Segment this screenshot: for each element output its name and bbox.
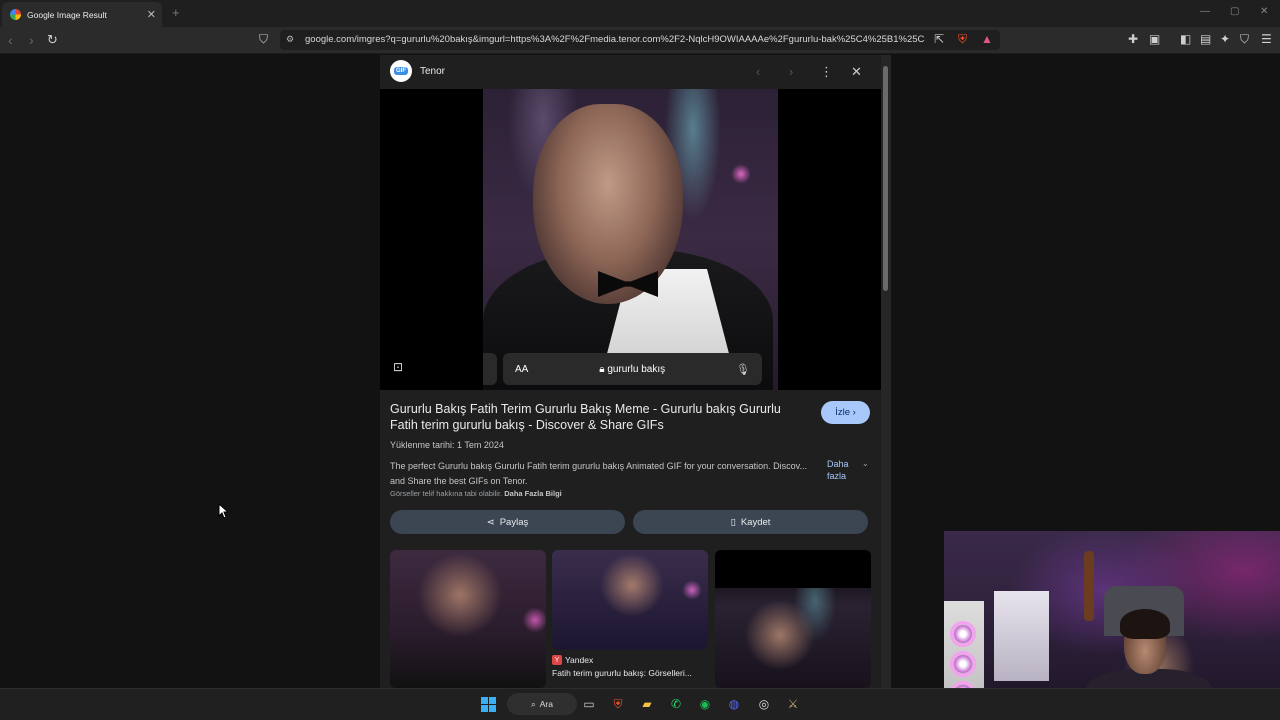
tab-close-icon[interactable]: ✕ xyxy=(147,8,156,21)
mouse-cursor-icon xyxy=(218,502,230,524)
windows-start-icon[interactable] xyxy=(478,694,498,714)
wallet-icon[interactable]: ▤ xyxy=(1200,32,1211,46)
minimize-button[interactable]: — xyxy=(1200,6,1210,17)
related-source[interactable]: Y Yandex xyxy=(552,655,593,665)
window-close-button[interactable]: ✕ xyxy=(1260,6,1268,17)
panel-scrollbar-thumb[interactable] xyxy=(883,66,888,291)
new-tab-button[interactable]: + xyxy=(172,5,180,20)
image-overlay-edge xyxy=(483,353,497,385)
url-text[interactable]: google.com/imgres?q=gururlu%20bakış&imgu… xyxy=(305,34,925,45)
league-icon[interactable]: ⚔ xyxy=(783,694,803,714)
file-explorer-icon[interactable]: ▰ xyxy=(637,694,657,714)
next-image-button[interactable]: › xyxy=(789,64,793,79)
brave-icon[interactable]: ⛨ xyxy=(608,694,628,714)
search-icon: ⌕ xyxy=(531,698,536,709)
related-image[interactable] xyxy=(715,550,871,688)
share-icon: ⋖ xyxy=(486,516,495,528)
overlay-search-query: 🔒︎ gururlu bakış xyxy=(599,363,666,375)
brave-rewards-icon[interactable]: ▲ xyxy=(981,32,993,46)
whatsapp-icon[interactable]: ✆ xyxy=(666,694,686,714)
share-button[interactable]: ⋖ Paylaş xyxy=(390,510,625,534)
maximize-button[interactable]: ▢ xyxy=(1230,6,1239,17)
tenor-logo-icon[interactable]: GIF xyxy=(390,60,412,82)
discord-icon[interactable]: ◍ xyxy=(724,694,744,714)
text-size-label: AA xyxy=(515,363,529,375)
vpn-icon[interactable]: ⛉ xyxy=(1240,32,1249,47)
bookmark-icon[interactable]: ⛉ xyxy=(259,32,268,47)
save-button-label: Kaydet xyxy=(740,516,771,528)
extensions-icon[interactable]: ✚ xyxy=(1128,32,1138,46)
share-button-label: Paylaş xyxy=(499,516,529,528)
bookmark-icon: ▯ xyxy=(730,516,736,528)
leo-ai-icon[interactable]: ✦ xyxy=(1220,32,1230,46)
browser-tab[interactable]: Google Image Result ✕ xyxy=(2,2,162,27)
save-button[interactable]: ▯ Kaydet xyxy=(633,510,868,534)
tab-title: Google Image Result xyxy=(27,9,107,20)
main-image[interactable] xyxy=(483,89,778,390)
google-favicon-icon xyxy=(10,9,21,20)
related-source-name: Yandex xyxy=(565,655,594,665)
related-image[interactable] xyxy=(390,550,546,688)
related-caption[interactable]: Fatih terim gururlu bakış: Görselleri... xyxy=(552,668,702,678)
browser-title-bar xyxy=(0,0,1280,27)
taskbar-search[interactable]: ⌕ Ara xyxy=(507,693,577,715)
tab-search-icon[interactable]: ▣ xyxy=(1149,32,1160,46)
forward-icon[interactable]: › xyxy=(29,32,34,48)
back-icon[interactable]: ‹ xyxy=(8,32,13,48)
lens-search-icon[interactable]: ⊡ xyxy=(393,360,411,378)
task-view-icon[interactable]: ▭ xyxy=(579,694,599,714)
copyright-text: Görseller telif hakkına tabi olabilir. xyxy=(390,489,503,498)
watch-button[interactable]: İzle › xyxy=(821,401,870,424)
watch-button-label: İzle xyxy=(835,407,850,418)
image-description: The perfect Gururlu bakış Gururlu Fatih … xyxy=(390,461,807,486)
image-title[interactable]: Gururlu Bakış Fatih Terim Gururlu Bakış … xyxy=(390,401,810,433)
source-name[interactable]: Tenor xyxy=(420,66,445,77)
previous-image-button[interactable]: ‹ xyxy=(756,64,760,79)
related-image[interactable] xyxy=(552,550,708,650)
brave-shield-icon[interactable]: ⛨ xyxy=(958,32,967,47)
spotify-icon[interactable]: ◉ xyxy=(695,694,715,714)
image-search-overlay: AA 🔒︎ gururlu bakış 🎙︎ xyxy=(503,353,762,385)
copyright-notice: Görseller telif hakkına tabi olabilir. D… xyxy=(390,489,562,498)
tenor-logo-text: GIF xyxy=(394,67,408,75)
sidebar-icon[interactable]: ◧ xyxy=(1180,32,1191,46)
close-panel-button[interactable]: ✕ xyxy=(851,64,862,80)
upload-date: Yüklenme tarihi: 1 Tem 2024 xyxy=(390,440,504,450)
share-page-icon[interactable]: ⇱ xyxy=(934,32,944,46)
chevron-down-icon[interactable]: ⌄ xyxy=(862,459,869,468)
learn-more-link[interactable]: Daha Fazla Bilgi xyxy=(504,489,562,498)
more-options-button[interactable]: ⋮ xyxy=(820,64,833,80)
reload-icon[interactable]: ↻ xyxy=(47,32,58,48)
menu-icon[interactable]: ☰ xyxy=(1261,32,1272,46)
overlay-query-text: gururlu bakış xyxy=(607,363,666,375)
taskbar-search-label: Ara xyxy=(539,699,553,709)
microphone-icon: 🎙︎ xyxy=(736,363,750,376)
yandex-icon: Y xyxy=(552,655,562,665)
more-link[interactable]: Daha fazla xyxy=(827,458,862,482)
obs-icon[interactable]: ◎ xyxy=(754,694,774,714)
site-info-icon[interactable]: ⚙ xyxy=(286,34,294,45)
